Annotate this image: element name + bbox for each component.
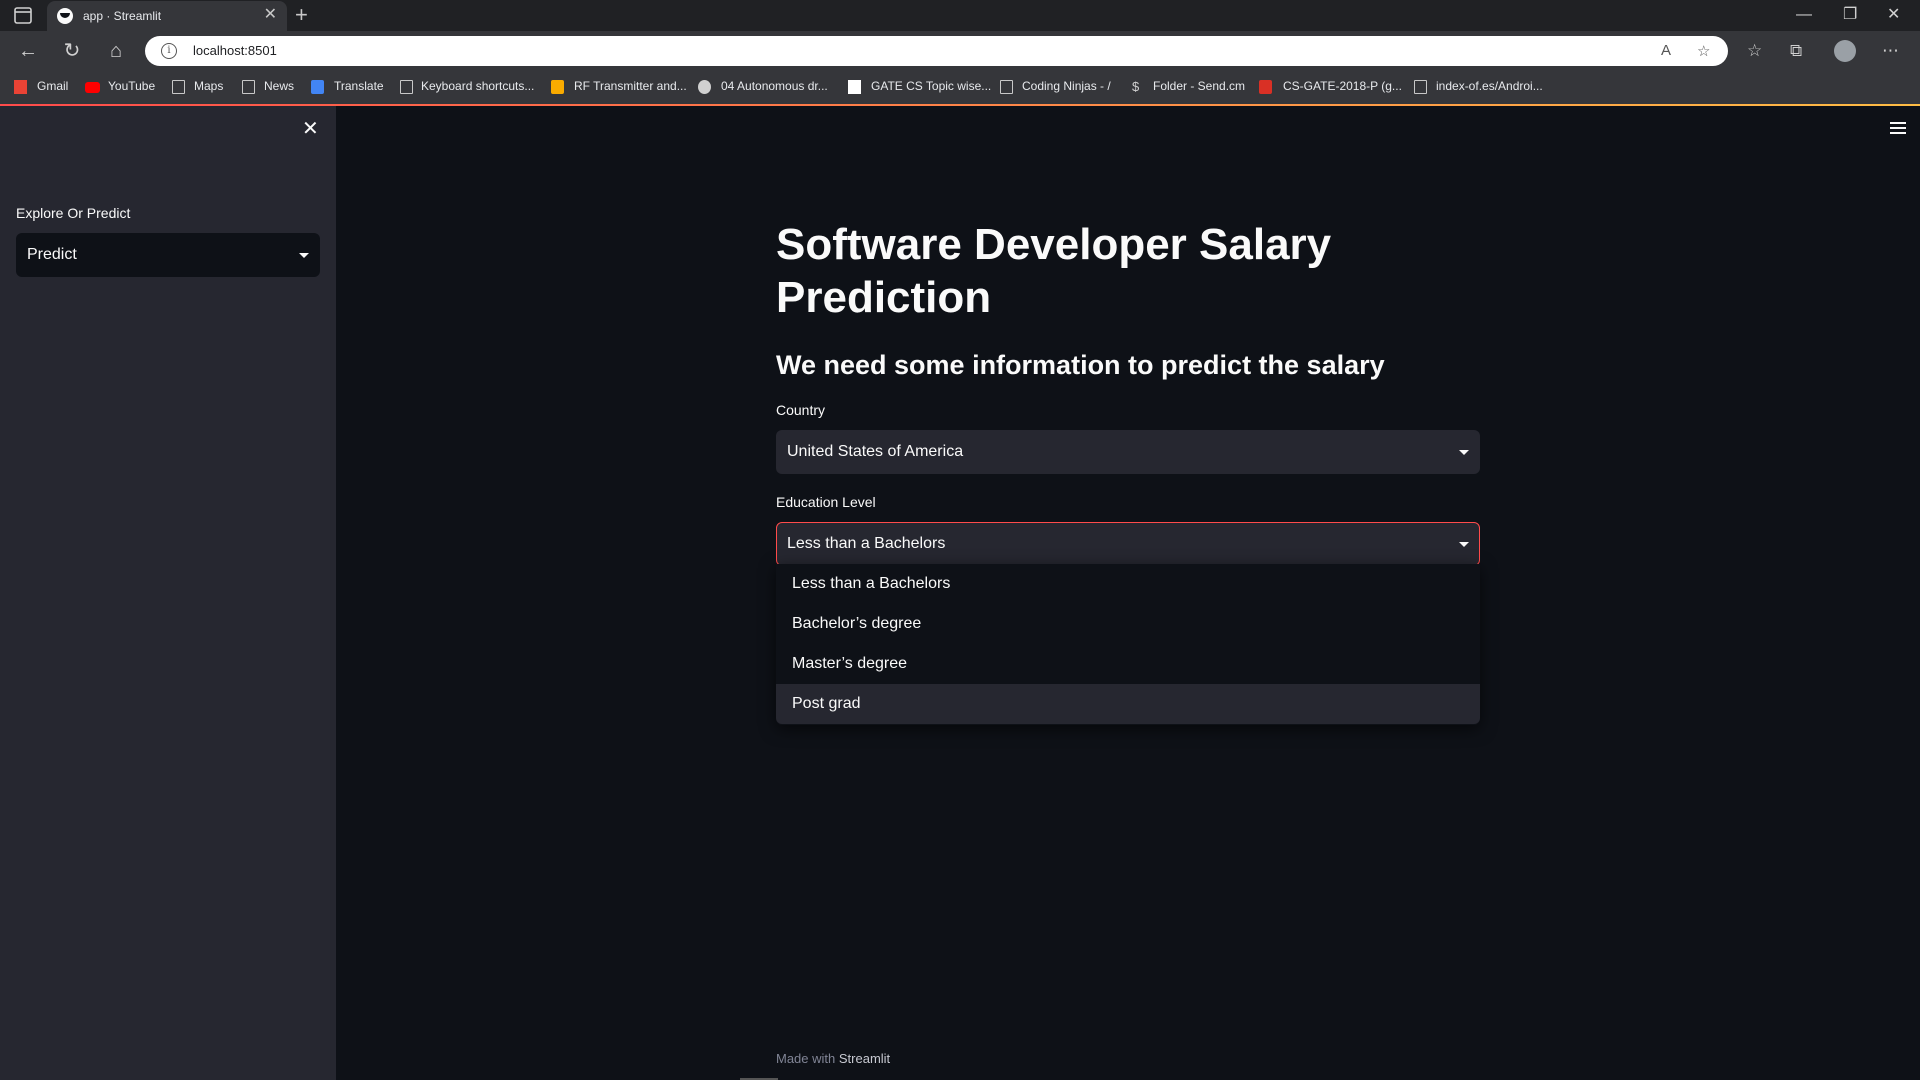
bookmark-maps[interactable]: Maps — [194, 79, 223, 93]
dropdown-option[interactable]: Bachelor’s degree — [776, 604, 1480, 644]
reload-icon[interactable]: ↻ — [60, 39, 84, 63]
bookmark-cs-gate[interactable]: CS-GATE-2018-P (g... — [1283, 79, 1402, 93]
gmail-icon — [14, 80, 27, 94]
page-icon — [400, 80, 413, 94]
bookmark-news[interactable]: News — [264, 79, 294, 93]
explore-predict-select[interactable]: Predict — [16, 233, 320, 277]
dropdown-option[interactable]: Less than a Bachelors — [776, 564, 1480, 604]
chevron-down-icon — [1459, 542, 1469, 547]
country-label: Country — [776, 402, 826, 418]
education-value: Less than a Bachelors — [787, 535, 946, 552]
bookmark-youtube[interactable]: YouTube — [108, 79, 155, 93]
home-icon[interactable]: ⌂ — [104, 39, 128, 63]
bookmark-keyboard-shortcuts[interactable]: Keyboard shortcuts... — [421, 79, 534, 93]
page-subheader: We need some information to predict the … — [776, 350, 1385, 380]
send-icon: $ — [1132, 79, 1140, 94]
option-label: Master’s degree — [792, 655, 908, 672]
github-icon — [698, 80, 711, 94]
education-label: Education Level — [776, 494, 876, 510]
chevron-down-icon — [299, 253, 309, 258]
page-icon — [1000, 80, 1013, 94]
option-label: Bachelor’s degree — [792, 615, 922, 632]
browser-tab-bar: app · Streamlit ✕ + — ❐ ✕ — [0, 0, 1920, 31]
page-icon — [172, 80, 185, 94]
site-info-icon[interactable]: i — [161, 43, 177, 59]
sidebar: ✕ Explore Or Predict Predict — [0, 106, 336, 1080]
sidebar-select-label: Explore Or Predict — [16, 205, 131, 221]
page-title: Software Developer Salary Prediction — [776, 220, 1332, 322]
tab-title: app · Streamlit — [83, 9, 162, 23]
back-icon[interactable]: ← — [16, 39, 40, 63]
hamburger-menu-icon[interactable] — [1890, 122, 1906, 134]
minimize-icon[interactable]: — — [1796, 4, 1812, 26]
browser-toolbar: ← ↻ ⌂ i localhost:8501 A ☆ ☆ ⧉ ⋯ — [0, 31, 1920, 71]
rf-icon — [551, 80, 564, 94]
bookmark-send-cm[interactable]: Folder - Send.cm — [1153, 79, 1245, 93]
address-bar[interactable]: i localhost:8501 A ☆ — [145, 36, 1728, 66]
explore-predict-value: Predict — [27, 246, 77, 263]
option-label: Post grad — [792, 695, 861, 712]
main-content: Software Developer Salary Prediction We … — [336, 106, 1920, 1080]
bookmark-rf-transmitter[interactable]: RF Transmitter and... — [574, 79, 687, 93]
bookmark-autonomous[interactable]: 04 Autonomous dr... — [721, 79, 828, 93]
bookmark-gmail[interactable]: Gmail — [37, 79, 68, 93]
footer-prefix: Made with — [776, 1051, 836, 1066]
tab-close-icon[interactable]: ✕ — [264, 6, 277, 24]
country-select[interactable]: United States of America — [776, 430, 1480, 474]
close-window-icon[interactable]: ✕ — [1887, 4, 1900, 26]
restore-icon[interactable]: ❐ — [1843, 4, 1857, 26]
option-label: Less than a Bachelors — [792, 575, 951, 592]
youtube-icon — [85, 82, 100, 93]
translate-icon — [311, 80, 324, 94]
education-dropdown-menu: Less than a Bachelors Bachelor’s degree … — [776, 564, 1480, 725]
dropdown-option-hovered[interactable]: Post grad — [776, 684, 1480, 724]
profile-avatar[interactable] — [1834, 40, 1856, 62]
bookmark-coding-ninjas[interactable]: Coding Ninjas - / — [1022, 79, 1111, 93]
bookmarks-bar: Gmail YouTube Maps News Translate Keyboa… — [0, 71, 1920, 104]
read-aloud-icon[interactable]: A — [1661, 42, 1671, 59]
country-value: United States of America — [787, 443, 964, 460]
bookmark-translate[interactable]: Translate — [334, 79, 384, 93]
footer: Made with Streamlit — [776, 1051, 890, 1066]
pdf-icon — [1259, 80, 1272, 94]
bookmark-gate-cs[interactable]: GATE CS Topic wise... — [871, 79, 991, 93]
collections-icon[interactable]: ⧉ — [1790, 39, 1802, 63]
browser-tab[interactable]: app · Streamlit ✕ — [47, 1, 287, 31]
bookmark-index-of[interactable]: index-of.es/Androi... — [1436, 79, 1543, 93]
page-icon — [242, 80, 255, 94]
tab-actions-icon[interactable] — [14, 7, 32, 24]
url-text[interactable]: localhost:8501 — [193, 43, 277, 58]
page-icon — [1414, 80, 1427, 94]
streamlit-favicon-icon — [57, 8, 73, 24]
favorites-icon[interactable]: ☆ — [1747, 39, 1762, 63]
more-menu-icon[interactable]: ⋯ — [1882, 39, 1899, 63]
new-tab-icon[interactable]: + — [295, 3, 308, 27]
dropdown-option[interactable]: Master’s degree — [776, 644, 1480, 684]
sidebar-close-icon[interactable]: ✕ — [302, 119, 319, 139]
chevron-down-icon — [1459, 450, 1469, 455]
footer-streamlit-link[interactable]: Streamlit — [839, 1051, 890, 1066]
gate-icon — [848, 80, 861, 94]
education-select[interactable]: Less than a Bachelors — [776, 522, 1480, 566]
add-favorite-icon[interactable]: ☆ — [1697, 42, 1710, 60]
